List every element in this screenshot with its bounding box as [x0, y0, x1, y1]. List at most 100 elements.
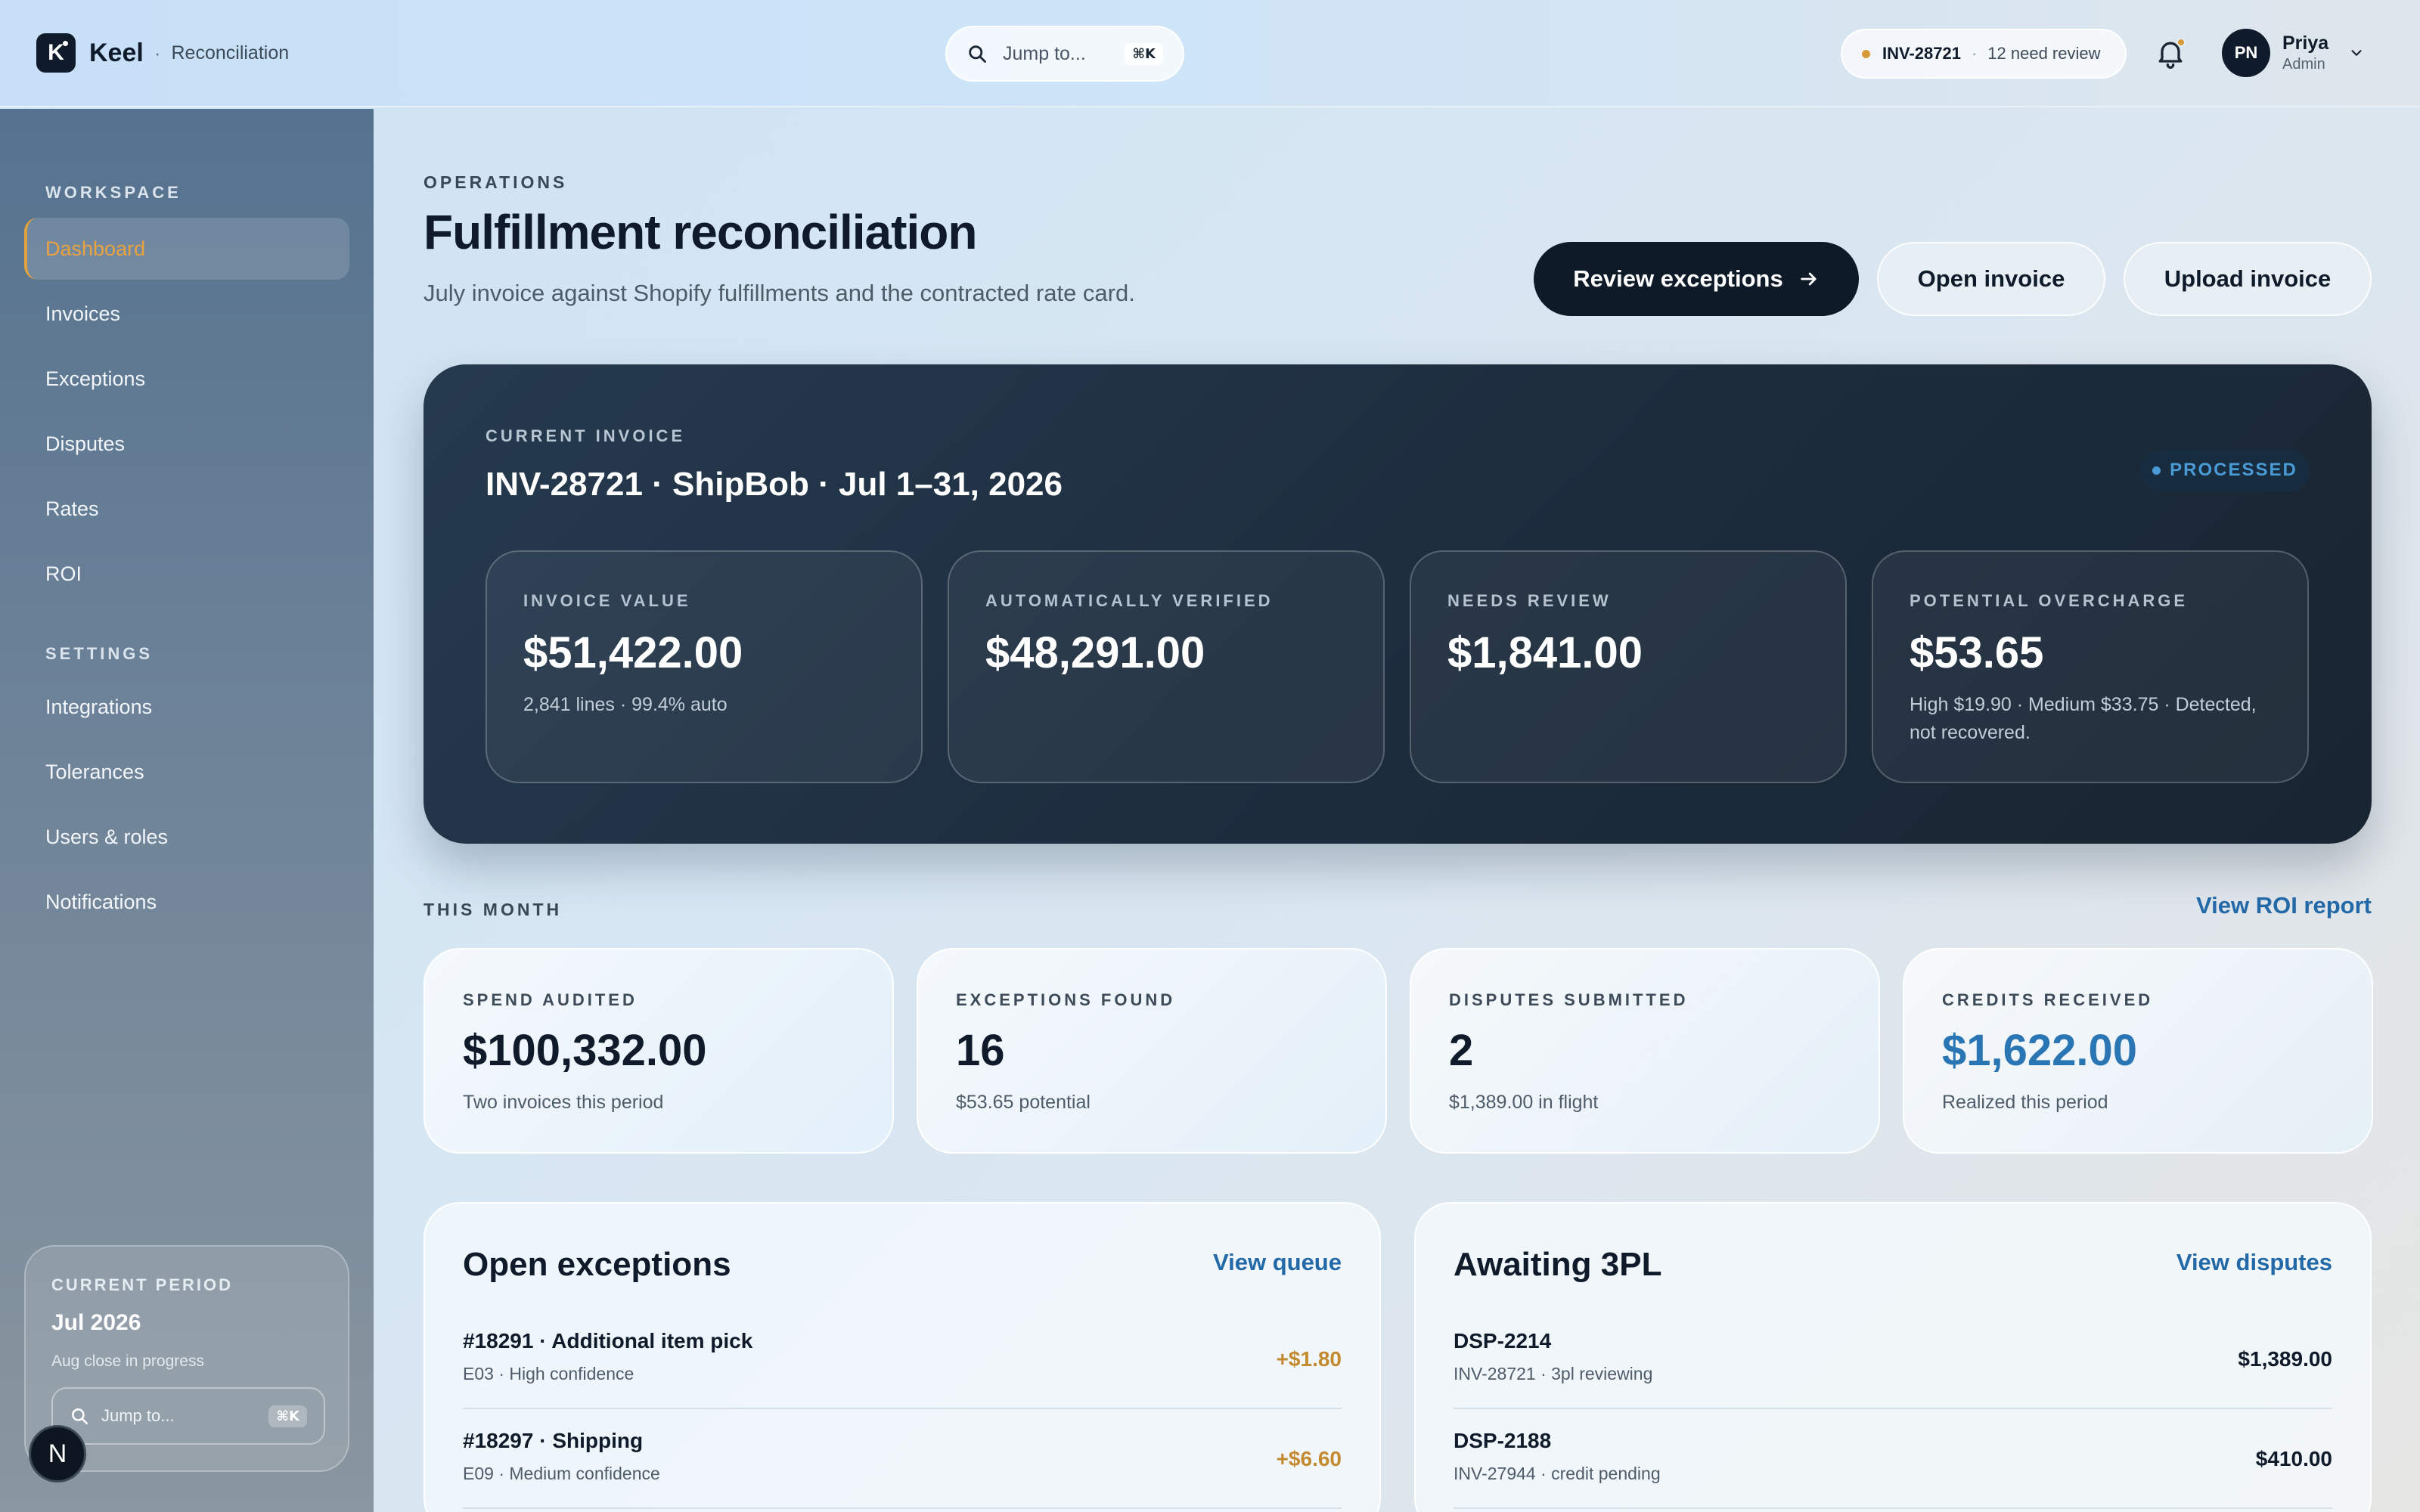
row-amount: +$6.60: [1276, 1447, 1342, 1470]
sidebar-item-notifications[interactable]: Notifications: [45, 891, 157, 914]
status-badge: PROCESSED: [2140, 449, 2310, 491]
row-title: #18297 · Shipping: [463, 1429, 644, 1452]
metric-value: $1,622.00: [1942, 1026, 2138, 1075]
user-role: Admin: [2282, 56, 2325, 73]
pill-separator: ·: [1971, 44, 1978, 63]
upload-invoice-button[interactable]: Upload invoice: [2124, 242, 2372, 316]
row-amount: $1,389.00: [2238, 1347, 2332, 1371]
stat-value: $53.65: [1910, 628, 2044, 677]
metric-spend-audited: SPEND AUDITED $100,332.00 Two invoices t…: [424, 948, 894, 1154]
sidebar-item-exceptions[interactable]: Exceptions: [45, 367, 145, 391]
metric-label: CREDITS RECEIVED: [1942, 990, 2154, 1009]
metric-disputes-submitted: DISPUTES SUBMITTED 2 $1,389.00 in flight: [1410, 948, 1880, 1154]
view-queue-link[interactable]: View queue: [1213, 1249, 1342, 1276]
metric-credits-received: CREDITS RECEIVED $1,622.00 Realized this…: [1903, 948, 2373, 1154]
stat-needs-review: NEEDS REVIEW $1,841.00: [1410, 550, 1847, 783]
sidebar-item-roi[interactable]: ROI: [45, 562, 82, 586]
notification-dot: [2176, 38, 2186, 47]
sidebar-item-disputes[interactable]: Disputes: [45, 432, 125, 456]
list-item[interactable]: #18291 · Additional item pick E03 · High…: [463, 1311, 1342, 1409]
arrow-right-icon: [1800, 272, 1817, 286]
user-name: Priya: [2282, 33, 2329, 54]
current-invoice-card: CURRENT INVOICE INV-28721 · ShipBob · Ju…: [424, 364, 2372, 844]
metric-label: SPEND AUDITED: [463, 990, 638, 1009]
workspace-heading: WORKSPACE: [45, 183, 182, 202]
stat-label: INVOICE VALUE: [523, 591, 691, 610]
settings-heading: SETTINGS: [45, 644, 154, 663]
row-subtext: INV-28721 · 3pl reviewing: [1454, 1364, 1653, 1383]
invoice-title: INV-28721 · ShipBob · Jul 1–31, 2026: [486, 466, 1063, 503]
stat-potential-overcharge: POTENTIAL OVERCHARGE $53.65 High $19.90 …: [1872, 550, 2309, 783]
period-value: Jul 2026: [51, 1310, 141, 1335]
panel-title: Open exceptions: [463, 1246, 731, 1283]
avatar: PN: [2222, 29, 2270, 77]
open-exceptions-panel: Open exceptions View queue #18291 · Addi…: [424, 1202, 1381, 1512]
row-amount: +$1.80: [1276, 1347, 1342, 1371]
metric-subtext: Realized this period: [1942, 1092, 2108, 1113]
sidebar-item-invoices[interactable]: Invoices: [45, 302, 120, 326]
stat-label: NEEDS REVIEW: [1447, 591, 1612, 610]
review-exceptions-button[interactable]: Review exceptions: [1534, 242, 1859, 316]
notifications-button[interactable]: [2154, 36, 2187, 70]
sidebar-item-users-roles[interactable]: Users & roles: [45, 826, 168, 849]
logo-icon: K: [36, 33, 76, 73]
stat-value: $51,422.00: [523, 628, 743, 677]
panel-title: Awaiting 3PL: [1454, 1246, 1662, 1283]
list-item[interactable]: DSP-2188 INV-27944 · credit pending $410…: [1454, 1411, 2332, 1509]
brand-separator: ·: [154, 41, 161, 64]
open-invoice-button[interactable]: Open invoice: [1877, 242, 2105, 316]
metric-exceptions-found: EXCEPTIONS FOUND 16 $53.65 potential: [917, 948, 1387, 1154]
row-subtext: E09 · Medium confidence: [463, 1464, 660, 1483]
pill-invoice-id: INV-28721: [1882, 44, 1961, 63]
this-month-heading: THIS MONTH: [424, 900, 563, 919]
sidebar-item-dashboard[interactable]: Dashboard: [45, 237, 145, 261]
sidebar-search-input[interactable]: Jump to... ⌘K: [51, 1387, 325, 1445]
search-placeholder: Jump to...: [1003, 42, 1086, 64]
period-heading: CURRENT PERIOD: [51, 1275, 234, 1294]
view-roi-report-link[interactable]: View ROI report: [2196, 892, 2372, 919]
page-subtitle: July invoice against Shopify fulfillment…: [424, 280, 1135, 306]
status-badge-dot: [2152, 466, 2161, 475]
sidebar-item-tolerances[interactable]: Tolerances: [45, 761, 144, 784]
page-eyebrow: OPERATIONS: [424, 172, 568, 192]
app-name: Keel: [89, 38, 144, 67]
sidebar-search-placeholder: Jump to...: [101, 1406, 175, 1425]
view-disputes-link[interactable]: View disputes: [2176, 1249, 2332, 1276]
page-title: Fulfillment reconciliation: [424, 205, 977, 259]
n-badge-button[interactable]: N: [29, 1425, 86, 1483]
search-icon: [969, 45, 986, 63]
stat-label: POTENTIAL OVERCHARGE: [1910, 591, 2189, 610]
sidebar-search-shortcut: ⌘K: [268, 1405, 307, 1427]
sidebar-item-rates[interactable]: Rates: [45, 497, 99, 521]
search-input[interactable]: Jump to... ⌘K: [945, 26, 1184, 82]
logo-letter: K: [48, 40, 64, 65]
search-shortcut: ⌘K: [1125, 42, 1163, 65]
section-name: Reconciliation: [171, 42, 290, 64]
search-icon: [72, 1408, 88, 1425]
user-menu[interactable]: PN Priya Admin: [2222, 29, 2365, 77]
stat-invoice-value: INVOICE VALUE $51,422.00 2,841 lines · 9…: [486, 550, 923, 783]
period-subtext: Aug close in progress: [51, 1352, 204, 1370]
invoice-eyebrow: CURRENT INVOICE: [486, 426, 686, 445]
brand[interactable]: K Keel · Reconciliation: [36, 33, 289, 73]
metric-value: $100,332.00: [463, 1026, 707, 1075]
metric-subtext: Two invoices this period: [463, 1092, 664, 1113]
row-subtext: E03 · High confidence: [463, 1364, 634, 1383]
chevron-down-icon: [2351, 50, 2362, 56]
row-amount: $410.00: [2255, 1447, 2332, 1470]
status-badge-label: PROCESSED: [2170, 460, 2297, 480]
review-exceptions-label: Review exceptions: [1573, 265, 1783, 292]
stat-value: $48,291.00: [985, 628, 1205, 677]
sidebar: WORKSPACE Dashboard Invoices Exceptions …: [0, 109, 374, 1512]
list-item[interactable]: DSP-2214 INV-28721 · 3pl reviewing $1,38…: [1454, 1311, 2332, 1409]
invoice-status-pill[interactable]: INV-28721 · 12 need review: [1841, 29, 2127, 79]
metric-subtext: $53.65 potential: [956, 1092, 1091, 1113]
sidebar-item-integrations[interactable]: Integrations: [45, 696, 152, 719]
row-subtext: INV-27944 · credit pending: [1454, 1464, 1661, 1483]
metric-value: 16: [956, 1026, 1005, 1075]
stat-value: $1,841.00: [1447, 628, 1643, 677]
metric-label: DISPUTES SUBMITTED: [1449, 990, 1689, 1009]
row-title: #18291 · Additional item pick: [463, 1329, 753, 1352]
stat-subtext: 2,841 lines · 99.4% auto: [523, 694, 728, 715]
list-item[interactable]: #18297 · Shipping E09 · Medium confidenc…: [463, 1411, 1342, 1509]
